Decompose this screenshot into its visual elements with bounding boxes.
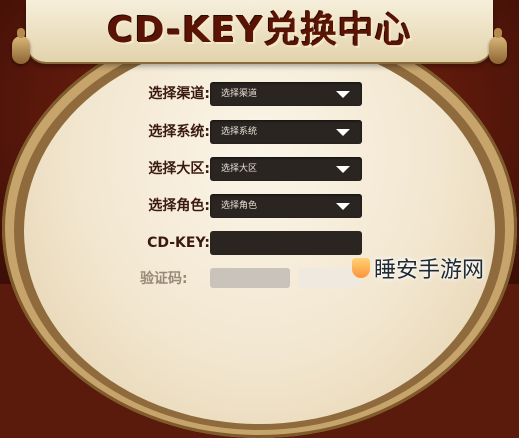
cdkey-input[interactable]	[210, 231, 362, 255]
channel-select-value: 选择渠道	[221, 89, 258, 99]
region-row: 选择大区: 选择大区	[110, 157, 370, 181]
page-title: CD-KEY兑换中心	[107, 10, 412, 51]
watermark-logo-icon	[352, 258, 370, 278]
region-select-value: 选择大区	[221, 164, 258, 174]
chevron-down-icon	[336, 91, 350, 98]
role-select[interactable]: 选择角色	[210, 194, 362, 218]
captcha-input[interactable]	[210, 268, 290, 288]
chevron-down-icon	[336, 129, 350, 136]
system-label: 选择系统:	[148, 124, 210, 140]
region-select[interactable]: 选择大区	[210, 157, 362, 181]
role-row: 选择角色: 选择角色	[110, 194, 370, 218]
system-select[interactable]: 选择系统	[210, 120, 362, 144]
cdkey-row: CD-KEY:	[110, 231, 370, 255]
captcha-image[interactable]	[298, 268, 360, 288]
channel-label: 选择渠道:	[148, 86, 210, 102]
cdkey-label: CD-KEY:	[147, 235, 210, 251]
chevron-down-icon	[336, 166, 350, 173]
channel-select[interactable]: 选择渠道	[210, 82, 362, 106]
region-label: 选择大区:	[148, 161, 210, 177]
channel-row: 选择渠道: 选择渠道	[110, 82, 370, 106]
captcha-label: 验证码:	[140, 271, 188, 287]
system-select-value: 选择系统	[221, 127, 258, 137]
system-row: 选择系统: 选择系统	[110, 120, 370, 144]
role-select-value: 选择角色	[221, 201, 258, 211]
watermark-text: 睡安手游网	[374, 258, 485, 283]
chevron-down-icon	[336, 203, 350, 210]
role-label: 选择角色:	[148, 198, 210, 214]
